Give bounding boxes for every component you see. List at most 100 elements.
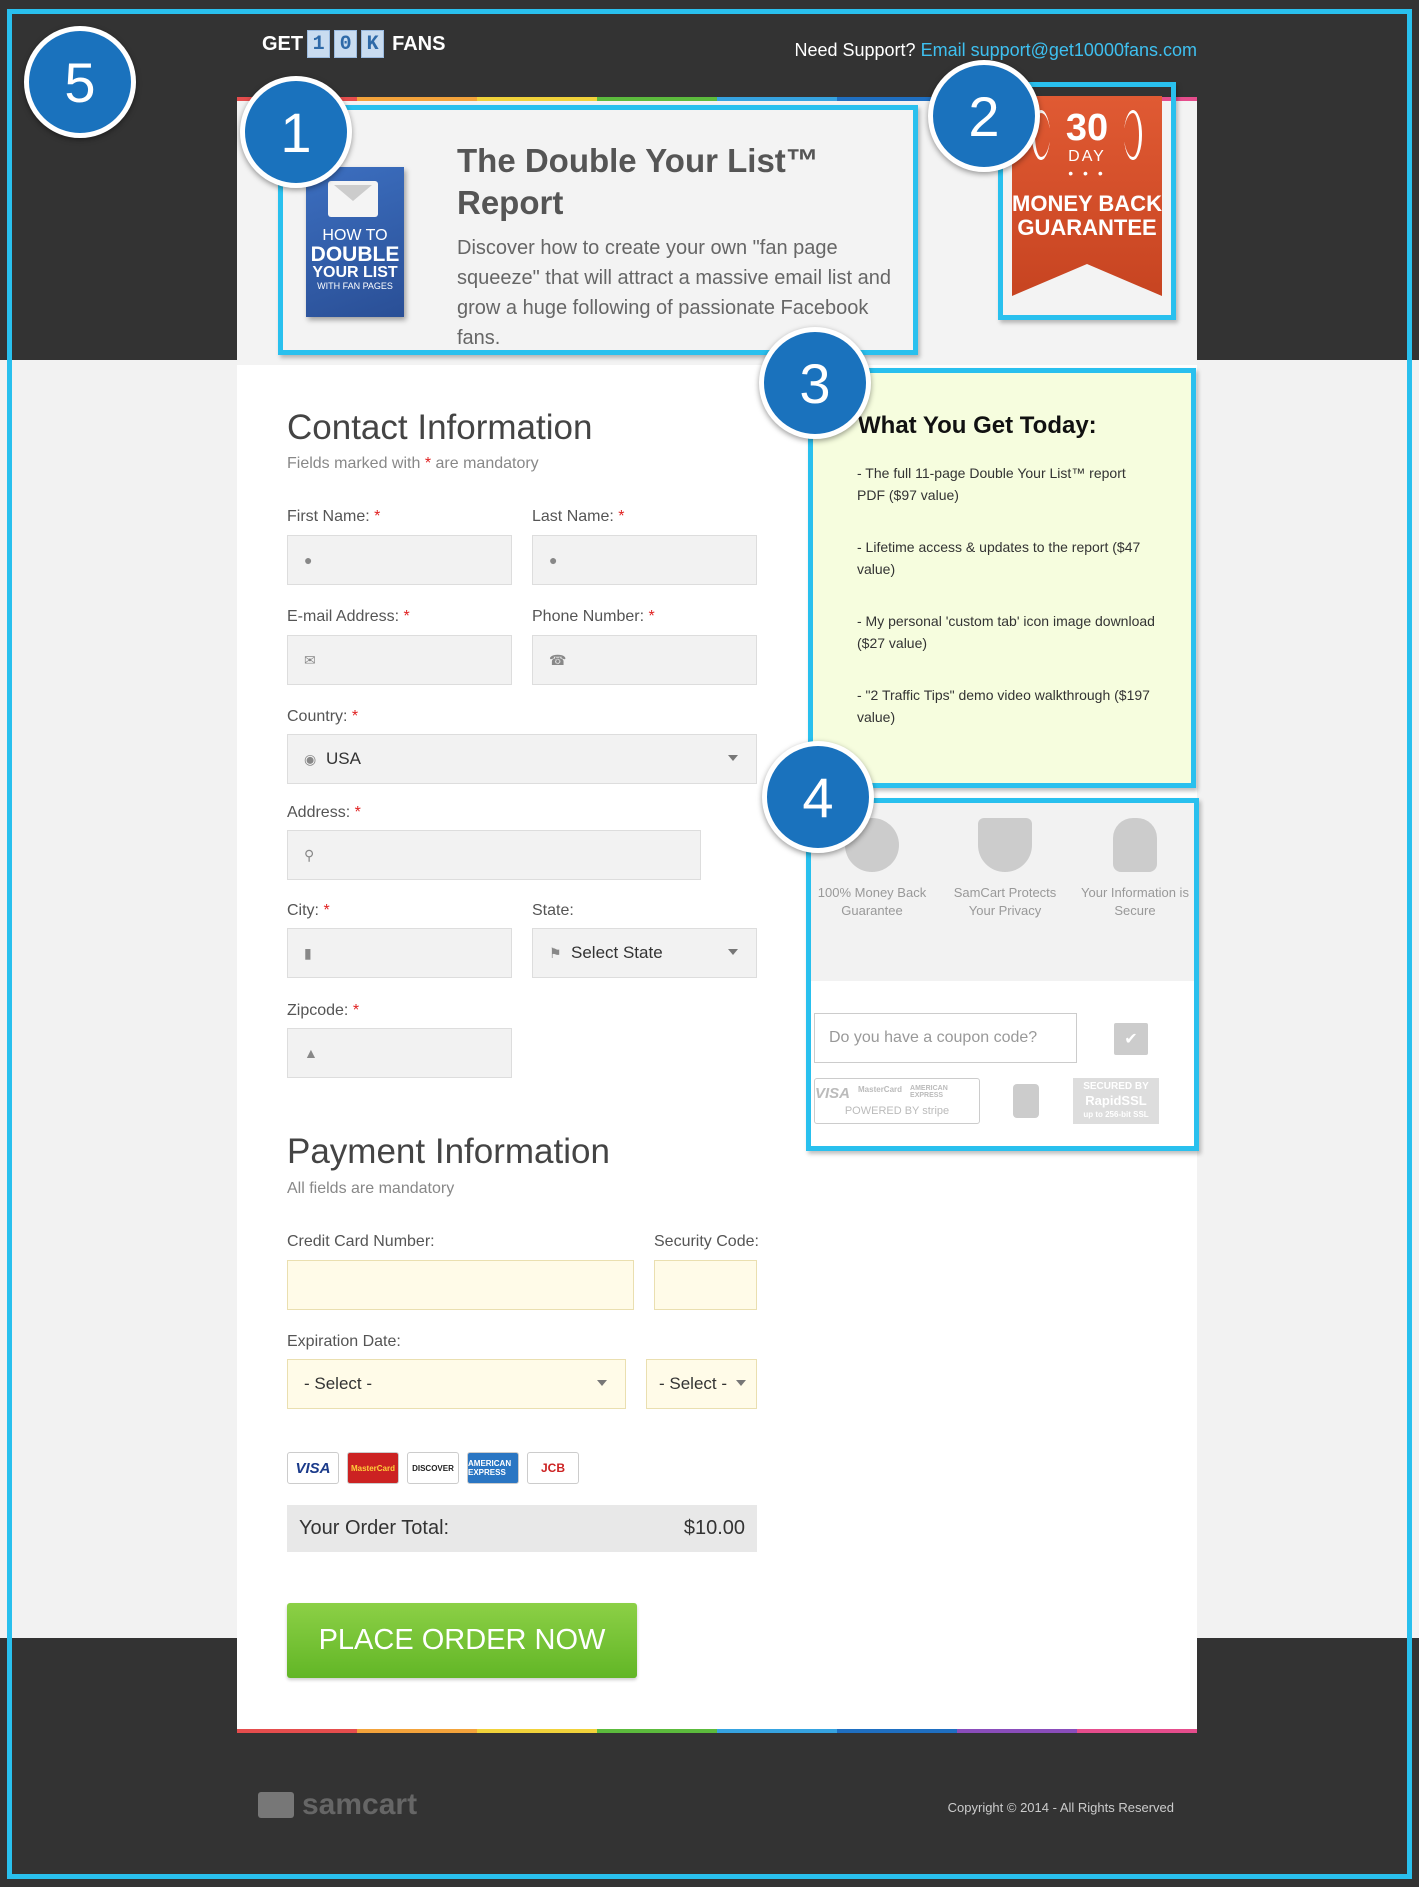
stripe-label: POWERED BY stripe xyxy=(844,1105,950,1117)
callout-badge-1: 1 xyxy=(240,76,352,188)
expiration-month-select[interactable]: - Select - xyxy=(287,1359,626,1409)
required-mark: * xyxy=(648,608,655,625)
guarantee-line: MONEY BACK xyxy=(1012,191,1162,216)
address-label: Address: * xyxy=(287,804,361,822)
required-mark: * xyxy=(403,608,410,625)
trust-text: 100% Money Back Guarantee xyxy=(817,885,927,918)
last-name-label: Last Name: * xyxy=(532,508,625,526)
road-icon: ▲ xyxy=(304,1045,318,1061)
label-text: Zipcode: xyxy=(287,1002,349,1019)
card-number-input[interactable] xyxy=(287,1260,634,1310)
lock-icon xyxy=(1113,818,1157,872)
envelope-icon xyxy=(328,181,378,217)
required-mark: * xyxy=(352,1002,360,1019)
address-input[interactable]: ⚲ xyxy=(287,830,701,880)
logo-tile: K xyxy=(361,30,385,58)
security-code-label: Security Code: xyxy=(654,1233,759,1250)
state-select[interactable]: ⚑ Select State xyxy=(532,928,757,978)
copyright-text: Copyright © 2014 - All Rights Reserved xyxy=(947,1800,1174,1815)
rapidssl-badge: SECURED BY RapidSSL up to 256-bit SSL xyxy=(1073,1078,1159,1124)
guarantee-line: GUARANTEE xyxy=(1017,215,1157,240)
required-mark: * xyxy=(323,902,330,919)
first-name-input[interactable]: ● xyxy=(287,535,512,585)
amex-logo: AMERICAN EXPRESS xyxy=(910,1085,948,1099)
label-text: Phone Number: xyxy=(532,608,645,625)
rapid-text: RapidSSL xyxy=(1085,1093,1147,1108)
email-input[interactable]: ✉ xyxy=(287,635,512,685)
logo-tile: 0 xyxy=(334,30,358,58)
cart-icon xyxy=(258,1792,294,1818)
chevron-down-icon xyxy=(728,755,738,761)
required-mark: * xyxy=(351,708,359,725)
place-order-button[interactable]: PLACE ORDER NOW xyxy=(287,1603,637,1678)
accepted-cards: VISA MasterCard DISCOVER AMERICAN EXPRES… xyxy=(287,1452,579,1484)
coupon-input[interactable]: Do you have a coupon code? xyxy=(814,1013,1077,1063)
ebook-cover-image: HOW TO DOUBLE YOUR LIST WITH FAN PAGES xyxy=(306,167,404,317)
map-pin-icon: ⚲ xyxy=(304,846,315,863)
last-name-input[interactable]: ● xyxy=(532,535,757,585)
state-label: State: xyxy=(532,902,574,919)
support-bar: Need Support? Email support@get10000fans… xyxy=(794,40,1197,61)
phone-input[interactable]: ☎ xyxy=(532,635,757,685)
stars-icon: • • • xyxy=(1068,165,1106,181)
required-mark: * xyxy=(374,508,381,525)
site-logo[interactable]: GET 1 0 K FANS xyxy=(262,30,449,58)
payment-section-title: Payment Information xyxy=(287,1132,610,1171)
required-mark: * xyxy=(424,455,432,472)
benefit-item: - My personal 'custom tab' icon image do… xyxy=(857,613,1155,651)
callout-badge-2: 2 xyxy=(928,60,1040,172)
contact-section-title: Contact Information xyxy=(287,408,593,447)
zip-input[interactable]: ▲ xyxy=(287,1028,512,1078)
support-label: Need Support? xyxy=(794,40,916,60)
benefits-title: What You Get Today: xyxy=(858,412,1097,439)
discover-logo: DISCOVER xyxy=(407,1452,459,1484)
expiration-year-select[interactable]: - Select - xyxy=(646,1359,757,1409)
city-input[interactable]: ▮ xyxy=(287,928,512,978)
country-select[interactable]: ◉ USA xyxy=(287,734,757,784)
expiration-label: Expiration Date: xyxy=(287,1333,401,1350)
country-label: Country: * xyxy=(287,708,358,726)
chevron-down-icon xyxy=(736,1380,746,1386)
chevron-down-icon xyxy=(597,1380,607,1386)
security-code-input[interactable] xyxy=(654,1260,757,1310)
label-text: City: xyxy=(287,902,319,919)
cover-line: DOUBLE xyxy=(310,243,400,266)
apply-coupon-button[interactable]: ✔ xyxy=(1114,1023,1148,1055)
label-text: Last Name: xyxy=(532,508,614,525)
label-text: E-mail Address: xyxy=(287,608,400,625)
trust-badge-privacy: SamCart Protects Your Privacy xyxy=(950,818,1060,920)
label-text: First Name: xyxy=(287,508,370,525)
callout-badge-4: 4 xyxy=(762,741,874,853)
cover-line: WITH FAN PAGES xyxy=(317,281,393,291)
rapid-text: SECURED BY xyxy=(1083,1081,1149,1092)
trust-text: SamCart Protects Your Privacy xyxy=(953,885,1057,918)
user-icon: ● xyxy=(304,552,313,568)
visa-logo: VISA xyxy=(815,1085,851,1102)
order-total-label: Your Order Total: xyxy=(299,1517,450,1539)
coupon-placeholder: Do you have a coupon code? xyxy=(829,1029,1038,1046)
building-icon: ▮ xyxy=(304,944,312,961)
required-mark: * xyxy=(354,804,361,821)
zip-label: Zipcode: * xyxy=(287,1002,359,1020)
brand-text: samcart xyxy=(302,1788,418,1821)
order-total-value: $10.00 xyxy=(683,1517,745,1539)
order-total: Your Order Total: $10.00 xyxy=(287,1505,757,1552)
logo-suffix: FANS xyxy=(392,32,446,55)
country-value: USA xyxy=(326,749,361,768)
jcb-logo: JCB xyxy=(527,1452,579,1484)
city-label: City: * xyxy=(287,902,330,920)
support-email-link[interactable]: Email support@get10000fans.com xyxy=(921,40,1197,60)
flag-icon: ⚑ xyxy=(549,944,562,961)
phone-label: Phone Number: * xyxy=(532,608,655,626)
contact-section-subtitle: Fields marked with * are mandatory xyxy=(287,455,539,473)
user-icon: ● xyxy=(549,552,558,568)
chevron-down-icon xyxy=(728,949,738,955)
label-text: Address: xyxy=(287,804,351,821)
phone-icon: ☎ xyxy=(549,651,567,668)
rainbow-stripe-bottom xyxy=(237,1729,1197,1733)
mastercard-logo: MasterCard xyxy=(347,1452,399,1484)
email-label: E-mail Address: * xyxy=(287,608,410,626)
product-title: The Double Your List™ Report xyxy=(457,142,819,221)
card-number-label: Credit Card Number: xyxy=(287,1233,435,1250)
rapid-text: up to 256-bit SSL xyxy=(1083,1110,1149,1119)
